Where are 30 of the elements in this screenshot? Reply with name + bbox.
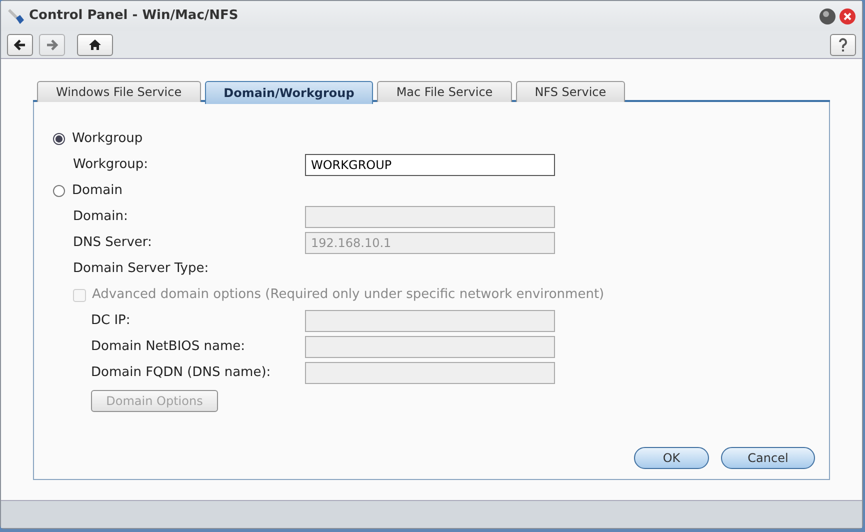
ok-button[interactable]: OK: [634, 447, 709, 469]
radio-button[interactable]: [53, 133, 65, 145]
left-arrow-icon: [13, 38, 27, 52]
help-button[interactable]: [830, 34, 856, 56]
minimize-button[interactable]: [819, 8, 836, 24]
right-arrow-icon: [45, 38, 59, 52]
wrench-icon: [7, 7, 25, 25]
back-button[interactable]: [7, 34, 33, 56]
option-label: Workgroup: [72, 130, 143, 148]
option-label: Domain: [72, 182, 122, 200]
home-icon: [88, 38, 102, 52]
field-label: Domain FQDN (DNS name):: [91, 364, 271, 382]
tab[interactable]: Windows File Service: [37, 81, 201, 102]
field-label: Domain Server Type:: [73, 260, 209, 278]
field-label: Domain:: [73, 208, 128, 226]
field-label: DC IP:: [91, 312, 130, 330]
tab[interactable]: Domain/Workgroup: [204, 81, 374, 104]
radio-button[interactable]: [53, 185, 65, 197]
text-field[interactable]: WORKGROUP: [305, 154, 555, 176]
window-title: Control Panel - Win/Mac/NFS: [29, 7, 238, 26]
tab[interactable]: NFS Service: [516, 81, 626, 102]
field-label: Domain NetBIOS name:: [91, 338, 246, 356]
question-icon: [838, 38, 848, 52]
tab[interactable]: Mac File Service: [377, 81, 512, 102]
close-button[interactable]: [839, 8, 856, 24]
cancel-button[interactable]: Cancel: [721, 447, 815, 469]
checkbox-label: Advanced domain options (Required only under specific network environment): [92, 286, 604, 304]
home-button[interactable]: [77, 34, 113, 56]
field-label: Workgroup:: [73, 156, 148, 174]
field-label: DNS Server:: [73, 234, 152, 252]
